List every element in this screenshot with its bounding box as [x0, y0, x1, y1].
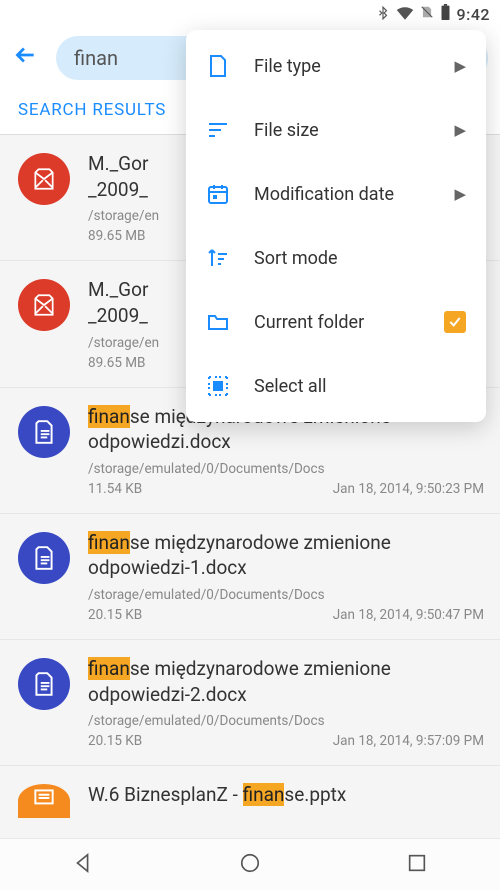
- menu-label: Sort mode: [254, 248, 466, 269]
- clock: 9:42: [457, 5, 491, 24]
- file-date: Jan 18, 2014, 9:50:23 PM: [333, 481, 484, 497]
- menu-item-modification-date[interactable]: Modification date ▶: [186, 162, 486, 226]
- pdf-icon: [18, 279, 70, 331]
- file-size: 89.65 MB: [88, 228, 145, 244]
- sort-icon: [206, 246, 230, 270]
- file-size: 20.15 KB: [88, 733, 142, 749]
- nav-recent-icon[interactable]: [406, 852, 428, 878]
- folder-icon: [206, 310, 230, 334]
- file-date: Jan 18, 2014, 9:57:09 PM: [333, 733, 484, 749]
- chevron-right-icon: ▶: [454, 57, 466, 75]
- nav-back-icon[interactable]: [72, 852, 94, 878]
- doc-icon: [18, 532, 70, 584]
- file-date: Jan 18, 2014, 9:50:47 PM: [333, 607, 484, 623]
- filter-menu: File type ▶ File size ▶ Modification dat…: [186, 30, 486, 422]
- menu-item-current-folder[interactable]: Current folder: [186, 290, 486, 354]
- file-info: W.6 BiznesplanZ - finanse.pptx: [88, 782, 484, 818]
- file-path: /storage/emulated/0/Documents/Docs: [88, 587, 484, 603]
- menu-label: File size: [254, 120, 430, 141]
- doc-icon: [18, 406, 70, 458]
- file-name: finanse międzynarodowe zmienione odpowie…: [88, 530, 484, 581]
- file-info: finanse międzynarodowe zmienione odpowie…: [88, 656, 484, 749]
- menu-label: Select all: [254, 376, 466, 397]
- file-row[interactable]: W.6 BiznesplanZ - finanse.pptx: [0, 766, 500, 822]
- file-size: 11.54 KB: [88, 481, 142, 497]
- menu-label: File type: [254, 56, 430, 77]
- select-all-icon: [206, 374, 230, 398]
- system-nav-bar: [0, 838, 500, 890]
- file-type-icon: [206, 54, 230, 78]
- nav-home-icon[interactable]: [239, 852, 261, 878]
- menu-item-file-size[interactable]: File size ▶: [186, 98, 486, 162]
- pdf-icon: [18, 153, 70, 205]
- chevron-right-icon: ▶: [454, 121, 466, 139]
- file-size: 89.65 MB: [88, 355, 145, 371]
- doc-icon: [18, 658, 70, 710]
- file-name: finanse międzynarodowe zmienione odpowie…: [88, 656, 484, 707]
- file-path: /storage/emulated/0/Documents/Docs: [88, 461, 484, 477]
- tab-label: SEARCH RESULTS: [18, 100, 166, 120]
- bluetooth-icon: [376, 5, 390, 24]
- file-path: /storage/emulated/0/Documents/Docs: [88, 713, 484, 729]
- file-row[interactable]: finanse międzynarodowe zmienione odpowie…: [0, 514, 500, 640]
- file-meta: 20.15 KB Jan 18, 2014, 9:50:47 PM: [88, 607, 484, 623]
- menu-label: Modification date: [254, 184, 430, 205]
- file-row[interactable]: finanse międzynarodowe zmienione odpowie…: [0, 640, 500, 766]
- wifi-icon: [396, 5, 414, 24]
- file-size: 20.15 KB: [88, 607, 142, 623]
- file-meta: 20.15 KB Jan 18, 2014, 9:57:09 PM: [88, 733, 484, 749]
- menu-item-file-type[interactable]: File type ▶: [186, 34, 486, 98]
- status-bar: 9:42: [0, 0, 500, 28]
- menu-item-sort-mode[interactable]: Sort mode: [186, 226, 486, 290]
- checkbox-checked-icon[interactable]: [444, 311, 466, 333]
- file-info: finanse międzynarodowe zmienione odpowie…: [88, 530, 484, 623]
- file-size-icon: [206, 118, 230, 142]
- chevron-right-icon: ▶: [454, 185, 466, 203]
- file-meta: 11.54 KB Jan 18, 2014, 9:50:23 PM: [88, 481, 484, 497]
- menu-item-select-all[interactable]: Select all: [186, 354, 486, 418]
- battery-icon: [440, 4, 451, 24]
- back-arrow-icon[interactable]: [12, 42, 38, 75]
- calendar-icon: [206, 182, 230, 206]
- file-name: W.6 BiznesplanZ - finanse.pptx: [88, 782, 484, 808]
- no-sim-icon: [420, 4, 434, 24]
- menu-label: Current folder: [254, 312, 420, 333]
- pptx-icon: [18, 784, 70, 818]
